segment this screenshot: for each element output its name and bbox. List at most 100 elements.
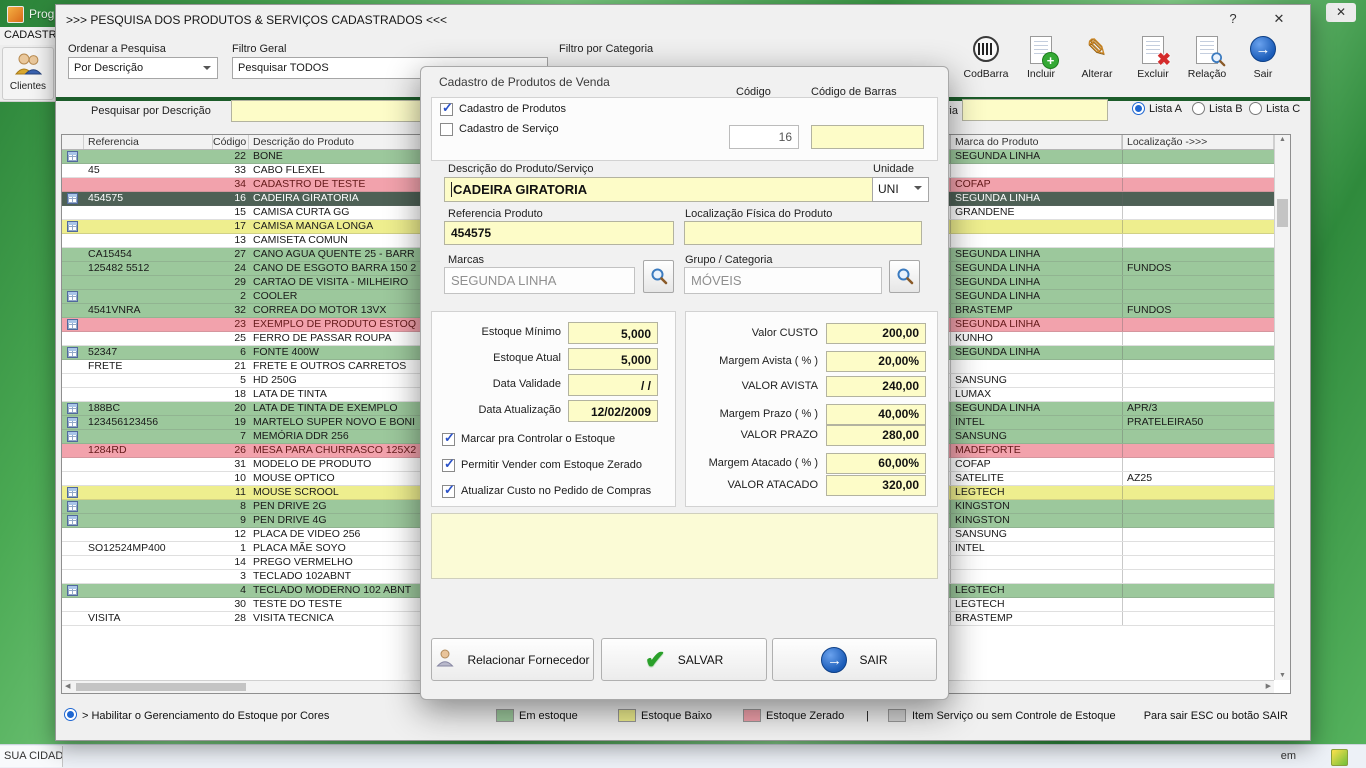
list-radio-lista-a[interactable]: Lista A [1132,102,1182,115]
grid-cell-ref [84,290,213,303]
stock-control-icon [67,347,78,358]
grid-cell-loc [1122,458,1274,471]
grid-cell-marca: LEGTECH [950,598,1122,611]
horizontal-scroll-thumb[interactable] [76,683,246,691]
legend-label-zero-stock: Estoque Zerado [766,710,844,722]
price-field-value[interactable]: 40,00% [826,404,926,425]
grid-cell-ic [62,192,84,205]
grid-cell-marca: KUNHO [950,332,1122,345]
grid-cell-cod: 31 [213,458,249,471]
price-field-value[interactable]: 20,00% [826,351,926,372]
incluir-button-label: Incluir [1015,68,1067,80]
color-management-radio[interactable] [64,708,77,721]
relacao-button[interactable]: Relação [1181,33,1233,95]
grid-cell-loc [1122,486,1274,499]
grid-cell-marca: SEGUNDA LINHA [950,248,1122,261]
grid-cell-loc: FUNDOS [1122,262,1274,275]
unidade-select[interactable]: UNI [872,177,929,202]
stock-field-value[interactable]: 12/02/2009 [568,400,658,422]
grid-cell-ic [62,528,84,541]
price-field-label: Margem Prazo ( % ) [686,408,818,420]
clientes-button[interactable]: Clientes [2,47,54,100]
checkbox-cadastro-de-servi-o[interactable]: Cadastro de Serviço [440,122,559,138]
grid-cell-marca: KINGSTON [950,500,1122,513]
alterar-button[interactable]: ✎Alterar [1071,33,1123,95]
main-close-button[interactable]: ✕ [1326,3,1356,22]
checkbox-cadastro-de-produtos[interactable]: Cadastro de Produtos [440,102,566,118]
close-icon[interactable]: ✕ [1264,9,1294,29]
relacionar-fornecedor-button-label: Relacionar Fornecedor [467,653,589,667]
notes-field[interactable] [431,513,938,579]
localizacao-input[interactable] [684,221,922,245]
price-field-value[interactable]: 240,00 [826,376,926,397]
grid-cell-ic [62,542,84,555]
checkbox-marcar-pra-controlar-o-estoque[interactable]: Marcar pra Controlar o Estoque [442,432,615,448]
grid-cell-marca: INTEL [950,542,1122,555]
grid-cell-ic [62,500,84,513]
relacionar-fornecedor-button[interactable]: Relacionar Fornecedor [431,638,594,681]
vertical-scroll-thumb[interactable] [1277,199,1288,227]
codbarra-button[interactable]: CodBarra [960,33,1012,95]
codigo-barras-label: Código de Barras [811,86,897,98]
checkbox-label: Marcar pra Controlar o Estoque [461,433,615,445]
scroll-down-icon[interactable]: ▼ [1275,672,1290,679]
grid-cell-cod: 16 [213,192,249,205]
search-desc-input[interactable] [231,100,422,122]
checkbox-label: Cadastro de Serviço [459,123,559,135]
grid-cell-marca [950,234,1122,247]
sair-dialog-button[interactable]: →SAIR [772,638,937,681]
grid-cell-marca [950,570,1122,583]
grid-cell-ic [62,444,84,457]
checkbox-checked-icon [442,459,455,472]
price-field-value[interactable]: 60,00% [826,453,926,474]
codigo-field: 16 [729,125,799,149]
descricao-input[interactable]: CADEIRA GIRATORIA [444,177,873,202]
help-button[interactable]: ? [1218,9,1248,29]
vertical-scrollbar[interactable]: ▲ ▼ [1274,135,1290,680]
clientes-label: Clientes [3,81,53,92]
stock-field-value[interactable]: / / [568,374,658,396]
grid-cell-ref: 188BC [84,402,213,415]
stock-control-icon [67,403,78,414]
check-icon: ✔ [645,647,666,673]
order-select[interactable]: Por Descrição [68,57,218,79]
grid-cell-cod: 23 [213,318,249,331]
grid-cell-loc: FUNDOS [1122,304,1274,317]
sair-button[interactable]: →Sair [1237,33,1289,95]
list-radio-lista-c[interactable]: Lista C [1249,102,1300,115]
list-radio-lista-b[interactable]: Lista B [1192,102,1243,115]
price-field-value[interactable]: 320,00 [826,475,926,496]
grupo-search-button[interactable] [889,260,920,293]
stock-field-value[interactable]: 5,000 [568,348,658,370]
grid-cell-marca [950,164,1122,177]
marcas-search-button[interactable] [643,260,674,293]
checkbox-label: Atualizar Custo no Pedido de Compras [461,485,651,497]
grid-cell-marca: SANSUNG [950,430,1122,443]
incluir-button[interactable]: +Incluir [1015,33,1067,95]
checkbox-atualizar-custo-no-pedido-de-compras[interactable]: Atualizar Custo no Pedido de Compras [442,484,651,500]
grid-cell-ic [62,472,84,485]
price-field-value[interactable]: 280,00 [826,425,926,446]
grid-cell-ref: FRETE [84,360,213,373]
codigo-barras-field[interactable] [811,125,924,149]
grid-cell-loc [1122,178,1274,191]
legend-label-service: Item Serviço ou sem Controle de Estoque [912,710,1116,722]
scroll-left-icon[interactable]: ◀ [65,682,70,690]
salvar-button[interactable]: ✔SALVAR [601,638,767,681]
scroll-right-icon[interactable]: ▶ [1266,682,1271,690]
search-cat-input[interactable] [962,99,1108,121]
excluir-button[interactable]: ✖Excluir [1127,33,1179,95]
grid-cell-ref [84,472,213,485]
tray-text: em [1281,750,1296,762]
scroll-up-icon[interactable]: ▲ [1275,136,1290,143]
grid-cell-ic [62,276,84,289]
descricao-label: Descrição do Produto/Serviço [448,163,594,175]
tray-icon[interactable] [1331,749,1348,766]
price-field-value[interactable]: 200,00 [826,323,926,344]
stock-field-value[interactable]: 5,000 [568,322,658,344]
legend-color-service [888,709,906,722]
codbarra-button-label: CodBarra [960,68,1012,80]
referencia-input[interactable]: 454575 [444,221,674,245]
checkbox-permitir-vender-com-estoque-zerado[interactable]: Permitir Vender com Estoque Zerado [442,458,642,474]
grid-cell-cod: 19 [213,416,249,429]
